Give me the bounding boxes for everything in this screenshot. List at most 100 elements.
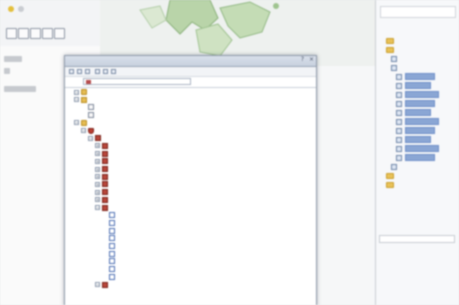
feature-dataset-icon	[102, 196, 108, 203]
feature-dataset-icon	[102, 166, 108, 172]
connect-folder-icon[interactable]	[95, 69, 100, 74]
location-dropdown[interactable]	[83, 78, 191, 85]
feature-class-icon	[109, 219, 115, 226]
expand-toggle-icon[interactable]	[81, 105, 86, 110]
catalog-tree-item[interactable]	[380, 171, 397, 180]
expand-toggle-icon[interactable]: +	[95, 174, 100, 180]
pointer-icon[interactable]	[30, 28, 41, 39]
expand-toggle-icon[interactable]	[102, 228, 107, 233]
side-panel-line	[4, 68, 10, 74]
expand-toggle-icon[interactable]: −	[95, 205, 100, 210]
ruler-icon[interactable]	[54, 28, 65, 39]
expand-toggle-icon[interactable]: −	[95, 282, 100, 287]
feature-dataset-icon	[102, 281, 108, 288]
expand-toggle-icon[interactable]: −	[88, 135, 93, 141]
expand-toggle-icon[interactable]	[102, 259, 107, 264]
expand-toggle-icon[interactable]: +	[95, 151, 100, 157]
catalog-tree-item[interactable]	[380, 45, 397, 54]
feature-class-icon	[396, 127, 402, 134]
expand-toggle-icon[interactable]	[102, 220, 107, 225]
selected-item-highlight	[405, 118, 439, 125]
feature-dataset-icon	[102, 158, 108, 165]
help-button[interactable]: ?	[301, 56, 304, 63]
dialog-toolbar	[65, 67, 316, 77]
feature-class-icon	[396, 109, 402, 116]
catalog-tree-item[interactable]	[390, 72, 435, 81]
quick-access-icon	[18, 6, 24, 12]
expand-toggle-icon[interactable]: −	[74, 89, 79, 95]
feature-class-icon	[109, 227, 115, 234]
selected-item-highlight	[405, 109, 431, 116]
feature-class-icon	[396, 136, 402, 143]
expand-toggle-icon[interactable]	[81, 113, 86, 118]
catalog-tree-item[interactable]	[385, 63, 400, 72]
folder-icon	[386, 181, 394, 188]
feature-class-icon	[396, 73, 402, 80]
expand-toggle-icon[interactable]: +	[95, 166, 100, 172]
feature-class-icon	[396, 100, 402, 107]
expand-toggle-icon[interactable]: +	[95, 143, 100, 149]
catalog-tree-item[interactable]	[390, 126, 435, 135]
feature-dataset-icon	[102, 181, 108, 188]
catalog-search-box[interactable]	[380, 6, 456, 18]
expand-toggle-icon[interactable]: +	[95, 189, 100, 195]
catalog-tree-item[interactable]	[390, 153, 435, 162]
expand-toggle-icon[interactable]: −	[81, 128, 86, 133]
layer-icon	[391, 163, 397, 170]
catalog-tree[interactable]: − − − − − + + + + + + + + − −	[65, 88, 316, 305]
catalog-tree-item[interactable]	[385, 162, 400, 171]
back-icon[interactable]	[69, 69, 74, 74]
expand-toggle-icon[interactable]	[102, 267, 107, 272]
folder-icon	[81, 119, 87, 126]
refresh-icon[interactable]	[6, 28, 17, 39]
selected-item-highlight	[405, 73, 435, 80]
selected-item-highlight	[405, 136, 431, 143]
folder-icon	[386, 172, 394, 179]
feature-dataset-icon	[102, 142, 108, 149]
view-options-icon[interactable]	[111, 69, 116, 74]
catalog-tree-item[interactable]	[390, 144, 439, 153]
catalog-status-field	[379, 235, 455, 243]
feature-class-icon	[396, 82, 402, 89]
catalog-tree-item[interactable]	[390, 81, 431, 90]
feature-class-icon	[109, 212, 115, 219]
expand-toggle-icon[interactable]	[102, 213, 107, 218]
expand-toggle-icon[interactable]: −	[74, 97, 79, 103]
catalog-tree-item[interactable]	[385, 54, 400, 63]
catalog-tree-item[interactable]	[380, 36, 397, 45]
catalog-tree-item[interactable]	[390, 135, 431, 144]
dialog-window-controls: ? ×	[298, 56, 314, 63]
folder-icon	[386, 37, 394, 44]
dialog-titlebar[interactable]: ? ×	[65, 56, 316, 67]
up-level-icon[interactable]	[85, 69, 90, 74]
catalog-tree-item[interactable]	[380, 180, 397, 189]
edit-tool-icon[interactable]	[42, 28, 53, 39]
pencil-icon[interactable]	[18, 28, 29, 39]
feature-dataset-icon	[102, 150, 108, 157]
browse-dialog: ? × − − − − − + + + + + + + + − −	[64, 55, 317, 305]
catalog-tree-item[interactable]	[390, 108, 431, 117]
catalog-pane	[375, 0, 459, 305]
expand-toggle-icon[interactable]: +	[95, 197, 100, 203]
expand-toggle-icon[interactable]: +	[95, 181, 100, 187]
feature-class-icon	[396, 118, 402, 125]
feature-dataset-icon	[102, 189, 108, 196]
feature-dataset-icon	[95, 135, 101, 142]
expand-toggle-icon[interactable]: +	[95, 158, 100, 164]
new-item-icon[interactable]	[103, 69, 108, 74]
expand-toggle-icon[interactable]	[102, 236, 107, 241]
catalog-tree-item[interactable]	[390, 90, 439, 99]
feature-dataset-icon	[102, 173, 108, 180]
expand-toggle-icon[interactable]: −	[74, 120, 79, 126]
expand-toggle-icon[interactable]	[102, 244, 107, 249]
catalog-tree-item[interactable]	[390, 117, 439, 126]
expand-toggle-icon[interactable]	[102, 274, 107, 279]
close-button[interactable]: ×	[309, 56, 314, 63]
database-icon	[86, 80, 91, 84]
forward-icon[interactable]	[77, 69, 82, 74]
catalog-tree-item[interactable]	[390, 99, 435, 108]
selected-item-highlight	[405, 145, 439, 152]
file-icon	[88, 112, 94, 119]
expand-toggle-icon[interactable]	[102, 251, 107, 256]
tree-item[interactable]: −	[95, 281, 111, 289]
